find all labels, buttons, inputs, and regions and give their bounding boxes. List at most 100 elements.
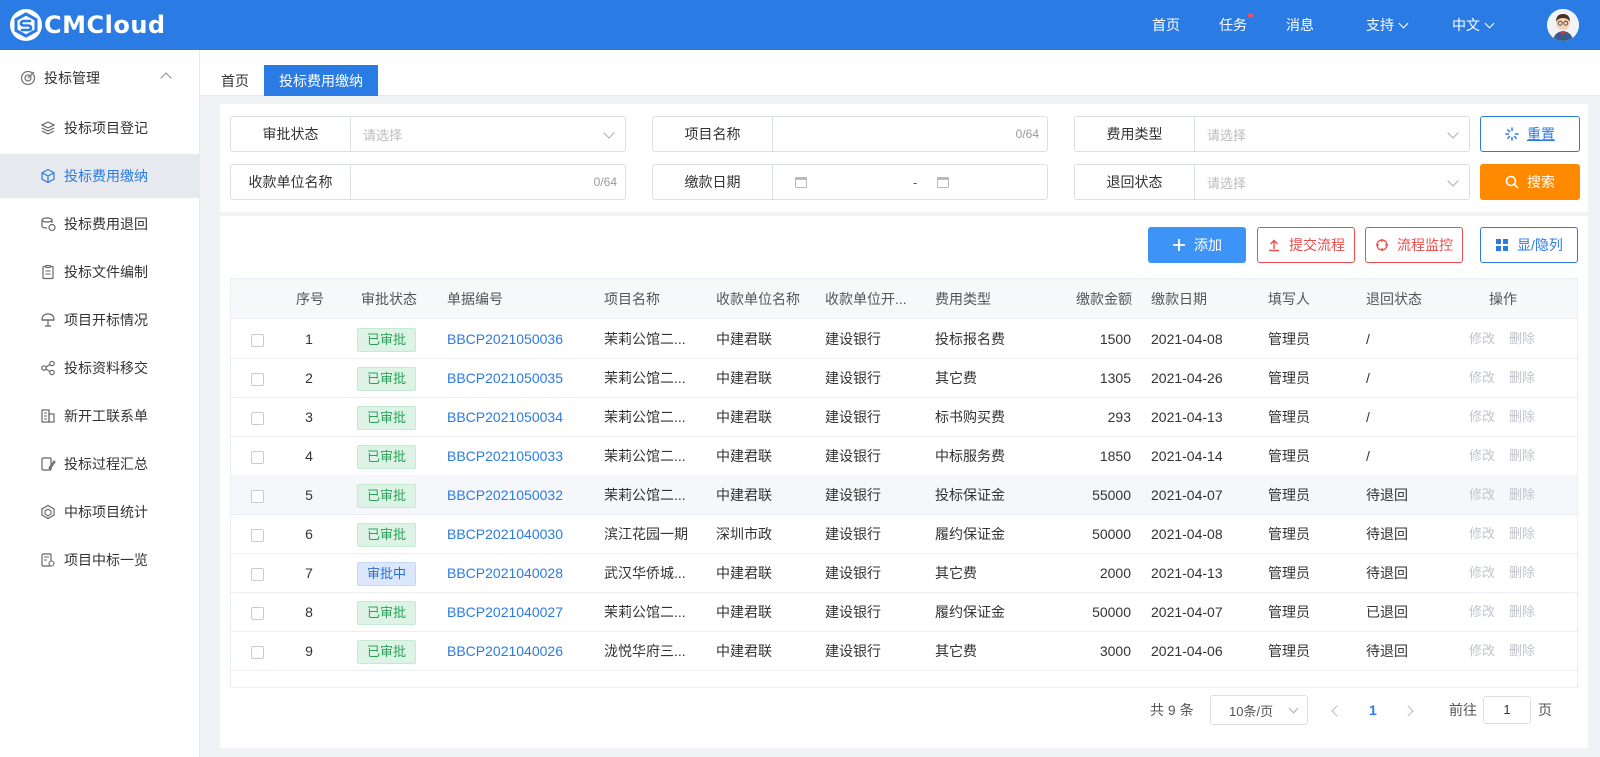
col-header-project-name[interactable]: 项目名称 — [604, 279, 660, 319]
sidebar-item-bid-transfer[interactable]: 投标资料移交 — [0, 346, 200, 390]
edit-link[interactable]: 修改 — [1469, 436, 1495, 476]
nav-tasks[interactable]: 任务 — [1219, 0, 1286, 50]
cell-doc-code[interactable]: BBCP2021050033 — [447, 436, 563, 476]
delete-link[interactable]: 删除 — [1509, 553, 1535, 593]
table-row[interactable]: 1 已审批 BBCP2021050036 茉莉公馆二... 中建君联 建设银行 投标报名费 1… — [231, 319, 1577, 359]
current-page[interactable]: 1 — [1369, 694, 1377, 726]
flow-monitor-button[interactable]: 流程监控 — [1365, 227, 1463, 263]
project-name-input[interactable]: 0/64 — [773, 117, 1047, 151]
nav-language[interactable]: 中文 — [1452, 0, 1532, 50]
delete-link[interactable]: 删除 — [1509, 436, 1535, 476]
cell-doc-code[interactable]: BBCP2021050035 — [447, 358, 563, 398]
delete-link[interactable]: 删除 — [1509, 397, 1535, 437]
col-header-pay-date[interactable]: 缴款日期 — [1151, 279, 1207, 319]
tab-bid-fee-payment[interactable]: 投标费用缴纳 — [264, 65, 378, 96]
col-header-writer[interactable]: 填写人 — [1268, 279, 1310, 319]
col-header-payee-name[interactable]: 收款单位名称 — [716, 279, 800, 319]
row-checkbox[interactable] — [251, 568, 264, 581]
delete-link[interactable]: 删除 — [1509, 631, 1535, 671]
cell-doc-code[interactable]: BBCP2021040028 — [447, 553, 563, 593]
table-row[interactable]: 5 已审批 BBCP2021050032 茉莉公馆二... 中建君联 建设银行 投标保证金 5… — [231, 475, 1577, 515]
delete-link[interactable]: 删除 — [1509, 475, 1535, 515]
sidebar-item-won-project-stats[interactable]: 中标项目统计 — [0, 490, 200, 534]
pay-date-inputs[interactable]: - — [773, 165, 1047, 199]
prev-page-icon[interactable] — [1331, 705, 1343, 717]
edit-link[interactable]: 修改 — [1469, 514, 1495, 554]
row-checkbox[interactable] — [251, 334, 264, 347]
table-row[interactable]: 4 已审批 BBCP2021050033 茉莉公馆二... 中建君联 建设银行 中标服务费 1… — [231, 436, 1577, 476]
col-header-doc-code[interactable]: 单据编号 — [447, 279, 503, 319]
return-status-select[interactable]: 退回状态 请选择 — [1074, 164, 1470, 200]
delete-link[interactable]: 删除 — [1509, 592, 1535, 632]
edit-link[interactable]: 修改 — [1469, 592, 1495, 632]
col-header-approval-status[interactable]: 审批状态 — [361, 279, 417, 319]
col-header-payee-bank[interactable]: 收款单位开... — [825, 279, 907, 319]
table-row[interactable]: 2 已审批 BBCP2021050035 茉莉公馆二... 中建君联 建设银行 其它费 130… — [231, 358, 1577, 398]
sidebar-item-bid-opening[interactable]: 项目开标情况 — [0, 298, 200, 342]
row-checkbox[interactable] — [251, 646, 264, 659]
table-row[interactable]: 7 审批中 BBCP2021040028 武汉华侨城... 中建君联 建设银行 其它费 200… — [231, 553, 1577, 593]
table-row[interactable]: 6 已审批 BBCP2021040030 滨江花园一期 深圳市政 建设银行 履约保证金 500… — [231, 514, 1577, 554]
submit-flow-button[interactable]: 提交流程 — [1257, 227, 1355, 263]
cell-doc-code[interactable]: BBCP2021040030 — [447, 514, 563, 554]
approval-status-select[interactable]: 审批状态 请选择 — [230, 116, 626, 152]
sidebar-item-bid-process-summary[interactable]: 投标过程汇总 — [0, 442, 200, 486]
logo[interactable]: CMCloud — [10, 8, 166, 42]
page-size-select[interactable]: 10条/页 — [1210, 695, 1308, 725]
nav-messages[interactable]: 消息 — [1286, 0, 1366, 50]
goto-page-input[interactable]: 1 — [1483, 696, 1531, 724]
nav-home[interactable]: 首页 — [1152, 0, 1219, 50]
sidebar-item-bid-document[interactable]: 投标文件编制 — [0, 250, 200, 294]
reset-button[interactable]: 重置 — [1480, 116, 1580, 152]
fee-type-select[interactable]: 费用类型 请选择 — [1074, 116, 1470, 152]
sidebar-item-new-work-contact[interactable]: 新开工联系单 — [0, 394, 200, 438]
sidebar-item-won-project-list[interactable]: 项目中标一览 — [0, 538, 200, 582]
fee-type-value[interactable]: 请选择 — [1195, 117, 1469, 151]
edit-link[interactable]: 修改 — [1469, 631, 1495, 671]
cell-doc-code[interactable]: BBCP2021040026 — [447, 631, 563, 671]
next-page-icon[interactable] — [1402, 705, 1414, 717]
approval-status-value[interactable]: 请选择 — [351, 117, 625, 151]
payee-name-input[interactable]: 0/64 — [351, 165, 625, 199]
row-checkbox[interactable] — [251, 412, 264, 425]
add-button[interactable]: 添加 — [1148, 227, 1246, 263]
cell-pay-date: 2021-04-13 — [1151, 409, 1223, 425]
return-status-value[interactable]: 请选择 — [1195, 165, 1469, 199]
search-button[interactable]: 搜索 — [1480, 164, 1580, 200]
cell-doc-code[interactable]: BBCP2021050032 — [447, 475, 563, 515]
cell-doc-code[interactable]: BBCP2021050034 — [447, 397, 563, 437]
row-checkbox[interactable] — [251, 490, 264, 503]
row-checkbox[interactable] — [251, 529, 264, 542]
cell-doc-code[interactable]: BBCP2021050036 — [447, 319, 563, 359]
edit-link[interactable]: 修改 — [1469, 358, 1495, 398]
row-checkbox[interactable] — [251, 607, 264, 620]
delete-link[interactable]: 删除 — [1509, 358, 1535, 398]
table-row[interactable]: 8 已审批 BBCP2021040027 茉莉公馆二... 中建君联 建设银行 履约保证金 5… — [231, 592, 1577, 632]
sidebar-group-bid-management[interactable]: 投标管理 — [0, 50, 200, 106]
delete-link[interactable]: 删除 — [1509, 319, 1535, 359]
pay-date-range[interactable]: 缴款日期 - — [652, 164, 1048, 200]
table-row[interactable]: 3 已审批 BBCP2021050034 茉莉公馆二... 中建君联 建设银行 标书购买费 2… — [231, 397, 1577, 437]
payee-name-field[interactable]: 收款单位名称 0/64 — [230, 164, 626, 200]
project-name-field[interactable]: 项目名称 0/64 — [652, 116, 1048, 152]
row-checkbox[interactable] — [251, 373, 264, 386]
user-avatar[interactable] — [1547, 9, 1579, 41]
edit-link[interactable]: 修改 — [1469, 553, 1495, 593]
sidebar-item-bid-fee-return[interactable]: 投标费用退回 — [0, 202, 200, 246]
col-header-amount[interactable]: 缴款金额 — [1076, 279, 1132, 319]
toggle-columns-button[interactable]: 显/隐列 — [1480, 227, 1578, 263]
sidebar-item-bid-project-register[interactable]: 投标项目登记 — [0, 106, 200, 150]
tab-home[interactable]: 首页 — [210, 65, 260, 96]
cell-doc-code[interactable]: BBCP2021040027 — [447, 592, 563, 632]
col-header-return-status[interactable]: 退回状态 — [1366, 279, 1422, 319]
row-checkbox[interactable] — [251, 451, 264, 464]
delete-link[interactable]: 删除 — [1509, 514, 1535, 554]
table-row[interactable]: 9 已审批 BBCP2021040026 泷悦华府三... 中建君联 建设银行 其它费 300… — [231, 631, 1577, 671]
col-header-fee-type[interactable]: 费用类型 — [935, 279, 991, 319]
edit-link[interactable]: 修改 — [1469, 475, 1495, 515]
col-header-no[interactable]: 序号 — [296, 279, 324, 319]
edit-link[interactable]: 修改 — [1469, 319, 1495, 359]
nav-support[interactable]: 支持 — [1366, 0, 1452, 50]
sidebar-item-bid-fee-payment[interactable]: 投标费用缴纳 — [0, 154, 200, 198]
edit-link[interactable]: 修改 — [1469, 397, 1495, 437]
